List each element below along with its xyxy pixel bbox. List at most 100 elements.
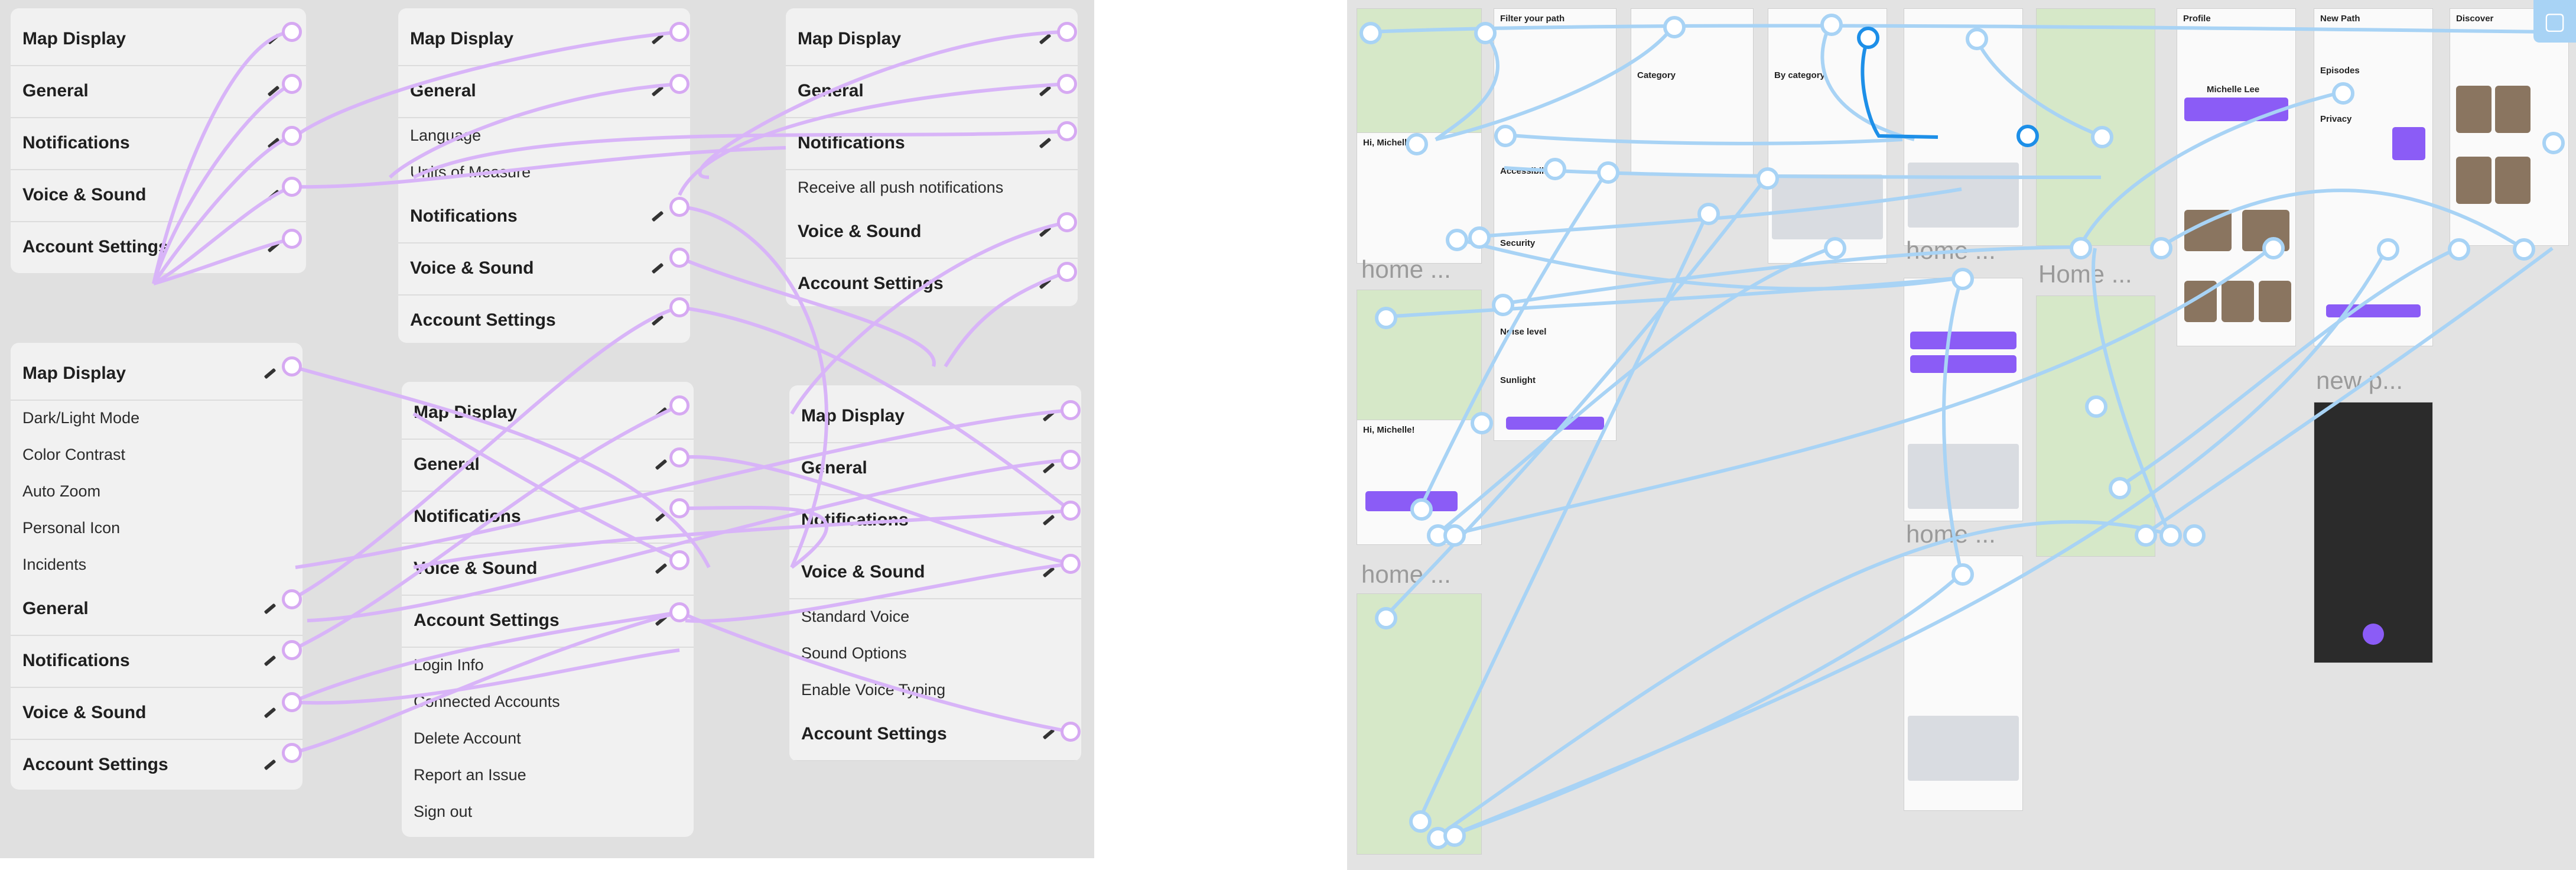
settings-row[interactable]: Voice & Sound (11, 169, 306, 222)
settings-row[interactable]: General (789, 442, 1081, 495)
connection-node-handle[interactable] (2135, 524, 2157, 547)
connection-node-handle[interactable] (2183, 524, 2206, 547)
settings-row[interactable]: Notifications (786, 117, 1078, 170)
connection-node-handle[interactable] (1061, 400, 1081, 420)
settings-row[interactable]: Receive all push notifications (786, 169, 1078, 206)
search-screen[interactable] (1904, 8, 2023, 246)
connection-node-handle[interactable] (1471, 412, 1493, 434)
discover-thumbnail[interactable] (2456, 86, 2492, 133)
photo-thumbnail[interactable] (2222, 281, 2254, 322)
settings-row[interactable]: Voice & Sound (11, 687, 303, 740)
settings-row[interactable]: Account Settings (11, 739, 303, 790)
connection-node-handle[interactable] (1410, 498, 1433, 521)
connection-node-handle[interactable] (2085, 395, 2107, 418)
connection-node-handle[interactable] (1951, 563, 1974, 586)
settings-row[interactable]: Units of Measure (398, 154, 690, 190)
settings-row[interactable]: General (786, 65, 1078, 118)
settings-row[interactable]: Voice & Sound (402, 543, 694, 596)
profile-screen[interactable]: Profile Michelle Lee (2177, 8, 2296, 346)
settings-row[interactable]: Color Contrast (11, 436, 303, 473)
category-list-screen[interactable]: Category (1631, 8, 1754, 175)
connection-node-handle[interactable] (1057, 74, 1077, 94)
route-detail-screen[interactable] (2036, 296, 2155, 557)
settings-row[interactable]: Sign out (402, 793, 694, 830)
connection-node-handle[interactable] (1494, 125, 1517, 147)
connection-node-handle[interactable] (2513, 238, 2535, 261)
connection-node-handle[interactable] (282, 74, 302, 94)
settings-row[interactable]: Account Settings (11, 221, 306, 273)
connection-node-handle[interactable] (2262, 237, 2285, 259)
home-list-screen-2[interactable]: Hi, Michelle! (1357, 420, 1482, 545)
connection-node-handle[interactable] (1544, 158, 1566, 180)
connection-node-handle[interactable] (669, 602, 689, 622)
connection-node-handle[interactable] (669, 550, 689, 570)
settings-row[interactable]: Language (398, 117, 690, 154)
new-path-toggle[interactable] (2392, 127, 2425, 160)
photo-thumbnail[interactable] (2184, 210, 2232, 251)
connection-node-handle[interactable] (1446, 229, 1468, 251)
photo-thumbnail[interactable] (2184, 281, 2217, 322)
profile-action-bar[interactable] (2184, 98, 2288, 121)
settings-row[interactable]: Notifications (11, 635, 303, 688)
connection-node-handle[interactable] (2070, 237, 2092, 259)
connection-node-handle[interactable] (669, 74, 689, 94)
settings-row[interactable]: Report an Issue (402, 757, 694, 793)
settings-row[interactable]: Map Display (402, 387, 694, 440)
settings-row[interactable]: Notifications (11, 117, 306, 170)
settings-row[interactable]: Connected Accounts (402, 683, 694, 720)
connection-node-handle[interactable] (282, 177, 302, 197)
settings-row[interactable]: Dark/Light Mode (11, 400, 303, 436)
shutter-button[interactable] (2363, 624, 2384, 645)
apply-button[interactable] (1506, 417, 1604, 430)
connection-node-handle[interactable] (669, 22, 689, 42)
settings-row[interactable]: Sound Options (789, 635, 1081, 671)
discover-thumbnail[interactable] (2456, 157, 2492, 204)
settings-row[interactable]: General (11, 583, 303, 636)
connection-node-handle[interactable] (669, 447, 689, 468)
settings-row[interactable]: Voice & Sound (789, 546, 1081, 599)
settings-row[interactable]: Map Display (11, 348, 303, 401)
settings-row[interactable]: Account Settings (398, 294, 690, 343)
settings-row[interactable]: Enable Voice Typing (789, 671, 1081, 708)
connection-node-handle[interactable] (1443, 524, 1466, 547)
settings-row[interactable]: Notifications (789, 494, 1081, 547)
connection-node-handle[interactable] (1443, 824, 1466, 847)
connection-node-handle[interactable] (1951, 268, 1974, 290)
settings-row[interactable]: General (402, 439, 694, 492)
connection-node-handle[interactable] (2109, 477, 2131, 499)
create-button[interactable] (2326, 304, 2421, 317)
connection-node-handle[interactable] (2091, 126, 2113, 148)
connection-node-handle[interactable] (2150, 237, 2172, 259)
settings-row[interactable]: Standard Voice (789, 598, 1081, 635)
frame-icon[interactable]: ▢ (2533, 0, 2576, 43)
settings-row[interactable]: Map Display (786, 13, 1078, 66)
selected-connection-node[interactable] (2016, 125, 2039, 147)
search-screen-3[interactable] (1904, 556, 2023, 811)
connection-node-handle[interactable] (1057, 22, 1077, 42)
settings-row[interactable]: Incidents (11, 546, 303, 583)
result-highlight[interactable] (1910, 332, 2016, 349)
settings-row[interactable]: Voice & Sound (786, 206, 1078, 259)
connection-node-handle[interactable] (2332, 82, 2354, 105)
result-highlight[interactable] (1910, 355, 2016, 373)
settings-row[interactable]: Map Display (11, 13, 306, 66)
connection-node-handle[interactable] (282, 589, 302, 609)
connection-node-handle[interactable] (1474, 22, 1497, 44)
connection-node-handle[interactable] (282, 356, 302, 376)
connection-node-handle[interactable] (2542, 132, 2565, 154)
connection-node-handle[interactable] (669, 498, 689, 518)
connection-node-handle[interactable] (669, 395, 689, 415)
connection-node-handle[interactable] (1966, 28, 1988, 50)
connection-node-handle[interactable] (1597, 161, 1619, 184)
connection-node-handle[interactable] (1757, 167, 1779, 190)
settings-row[interactable]: Auto Zoom (11, 473, 303, 509)
settings-row[interactable]: General (398, 65, 690, 118)
connection-node-handle[interactable] (669, 197, 689, 217)
settings-row[interactable]: Login Info (402, 647, 694, 683)
connection-node-handle[interactable] (2159, 524, 2182, 547)
connection-node-handle[interactable] (1697, 203, 1720, 225)
connection-node-handle[interactable] (1409, 810, 1432, 833)
connection-node-handle[interactable] (1468, 226, 1491, 249)
selected-connection-node[interactable] (1857, 27, 1879, 49)
new-path-screen[interactable]: New Path Episodes Privacy (2314, 8, 2433, 346)
